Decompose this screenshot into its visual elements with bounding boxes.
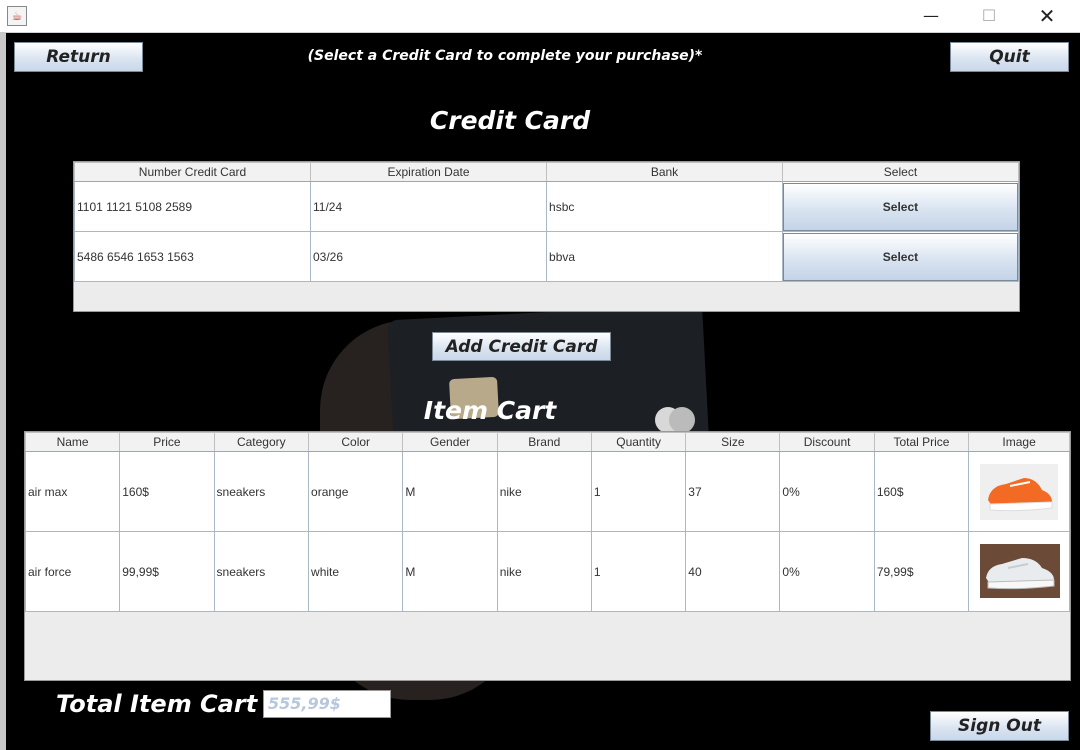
quantity-cell[interactable]: 1	[590, 451, 687, 532]
credit-card-table: Number Credit Card Expiration Date Bank …	[73, 161, 1020, 312]
gender-cell[interactable]: M	[402, 531, 498, 612]
col-total-price: Total Price	[873, 432, 970, 452]
maximize-button[interactable]: ☐	[966, 0, 1012, 32]
table-row[interactable]: air max 160$ sneakers orange M nike 1 37…	[24, 451, 1070, 532]
expiration-cell[interactable]: 11/24	[309, 181, 548, 232]
table-row[interactable]: air force 99,99$ sneakers white M nike 1…	[24, 531, 1070, 612]
image-cell[interactable]	[968, 531, 1070, 612]
size-cell[interactable]: 40	[685, 531, 781, 612]
white-sneaker-image	[980, 543, 1061, 600]
bank-cell[interactable]: hsbc	[546, 181, 783, 232]
bank-cell[interactable]: bbva	[546, 231, 783, 282]
total-price-cell[interactable]: 160$	[873, 451, 970, 532]
java-app-icon: ☕	[7, 6, 27, 26]
brand-cell[interactable]: nike	[496, 451, 592, 532]
total-price-cell[interactable]: 79,99$	[873, 531, 970, 612]
col-brand: Brand	[496, 432, 592, 452]
window-titlebar: ☕ — ☐ ✕	[0, 0, 1080, 33]
color-cell[interactable]: orange	[308, 451, 404, 532]
category-cell[interactable]: sneakers	[213, 531, 310, 612]
col-number: Number Credit Card	[74, 162, 311, 182]
col-name: Name	[24, 432, 121, 452]
credit-card-header-row: Number Credit Card Expiration Date Bank …	[74, 162, 1020, 182]
gender-cell[interactable]: M	[402, 451, 498, 532]
col-price: Price	[119, 432, 215, 452]
color-cell[interactable]: white	[308, 531, 404, 612]
left-edge	[0, 32, 6, 750]
card-number-cell[interactable]: 5486 6546 1653 1563	[74, 231, 311, 282]
card-number-cell[interactable]: 1101 1121 5108 2589	[74, 181, 311, 232]
col-color: Color	[308, 432, 404, 452]
col-size: Size	[685, 432, 781, 452]
return-button[interactable]: Return	[14, 42, 143, 72]
price-cell[interactable]: 160$	[119, 451, 215, 532]
add-credit-card-button[interactable]: Add Credit Card	[432, 332, 611, 361]
col-expiration: Expiration Date	[309, 162, 548, 182]
image-cell[interactable]	[968, 451, 1070, 532]
quit-button[interactable]: Quit	[950, 42, 1069, 72]
col-gender: Gender	[402, 432, 498, 452]
instruction-text: (Select a Credit Card to complete your p…	[307, 48, 703, 64]
orange-sneaker-image	[980, 463, 1059, 520]
col-discount: Discount	[779, 432, 875, 452]
col-category: Category	[213, 432, 310, 452]
price-cell[interactable]: 99,99$	[119, 531, 215, 612]
card-logo	[655, 407, 695, 433]
col-bank: Bank	[546, 162, 783, 182]
cart-header-row: Name Price Category Color Gender Brand Q…	[24, 432, 1070, 452]
quantity-cell[interactable]: 1	[590, 531, 687, 612]
select-card-button[interactable]: Select	[782, 182, 1018, 231]
col-image: Image	[968, 432, 1070, 452]
name-cell[interactable]: air force	[24, 531, 121, 612]
item-cart-title: Item Cart	[423, 396, 557, 425]
table-row[interactable]: 5486 6546 1653 1563 03/26 bbva Select	[74, 231, 1020, 282]
table-row[interactable]: 1101 1121 5108 2589 11/24 hsbc Select	[74, 181, 1020, 232]
item-cart-table: Name Price Category Color Gender Brand Q…	[24, 431, 1071, 681]
col-quantity: Quantity	[590, 432, 687, 452]
total-amount-field[interactable]: 555,99$	[263, 690, 391, 718]
close-button[interactable]: ✕	[1024, 0, 1070, 32]
total-item-cart-label: Total Item Cart :	[56, 690, 276, 718]
discount-cell[interactable]: 0%	[779, 451, 875, 532]
expiration-cell[interactable]: 03/26	[309, 231, 548, 282]
discount-cell[interactable]: 0%	[779, 531, 875, 612]
brand-cell[interactable]: nike	[496, 531, 592, 612]
name-cell[interactable]: air max	[24, 451, 121, 532]
credit-card-title: Credit Card	[429, 106, 591, 135]
size-cell[interactable]: 37	[685, 451, 781, 532]
sign-out-button[interactable]: Sign Out	[930, 711, 1069, 741]
minimize-button[interactable]: —	[908, 0, 954, 32]
select-card-button[interactable]: Select	[782, 232, 1018, 281]
category-cell[interactable]: sneakers	[213, 451, 310, 532]
col-select: Select	[781, 162, 1020, 182]
